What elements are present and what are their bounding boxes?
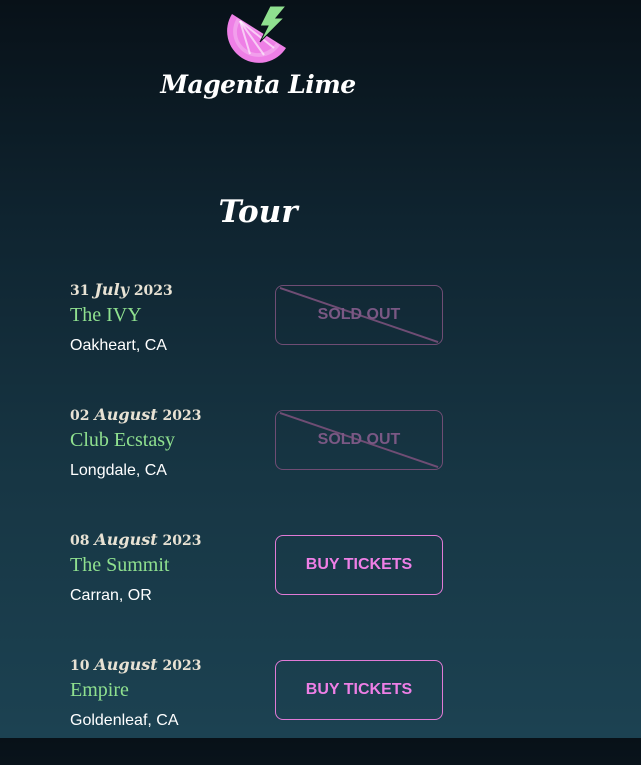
tour-city: Carran, OR bbox=[70, 587, 152, 604]
tour-city: Longdale, CA bbox=[70, 462, 167, 479]
tour-venue: The IVY bbox=[70, 304, 142, 326]
tour-city: Goldenleaf, CA bbox=[70, 712, 179, 729]
tour-item: 02 August 2023 Club Ecstasy Longdale, CA… bbox=[0, 405, 641, 515]
tour-venue: Club Ecstasy bbox=[70, 429, 175, 451]
tour-item: 10 August 2023 Empire Goldenleaf, CA BUY… bbox=[0, 655, 641, 765]
button-label: BUY TICKETS bbox=[305, 681, 413, 698]
tour-city: Oakheart, CA bbox=[70, 337, 167, 354]
sold-out-button: SOLD OUT bbox=[275, 285, 443, 345]
tour-date: 10 August 2023 bbox=[70, 655, 201, 674]
button-label: SOLD OUT bbox=[317, 306, 401, 323]
date-day: 31 bbox=[70, 283, 90, 299]
date-year: 2023 bbox=[162, 658, 202, 674]
tour-item: 08 August 2023 The Summit Carran, OR BUY… bbox=[0, 530, 641, 640]
tour-date: 08 August 2023 bbox=[70, 530, 201, 549]
buy-tickets-button[interactable]: BUY TICKETS bbox=[275, 660, 443, 720]
sold-out-button: SOLD OUT bbox=[275, 410, 443, 470]
button-label: BUY TICKETS bbox=[305, 556, 413, 573]
date-day: 10 bbox=[70, 658, 90, 674]
tour-date: 31 July 2023 bbox=[70, 280, 173, 299]
date-month: August bbox=[94, 655, 158, 674]
date-month: August bbox=[94, 405, 158, 424]
buy-tickets-button[interactable]: BUY TICKETS bbox=[275, 535, 443, 595]
date-month: July bbox=[94, 280, 129, 299]
button-label: SOLD OUT bbox=[317, 431, 401, 448]
tour-date: 02 August 2023 bbox=[70, 405, 201, 424]
tour-venue: Empire bbox=[70, 679, 129, 701]
tour-venue: The Summit bbox=[70, 554, 170, 576]
date-year: 2023 bbox=[133, 283, 173, 299]
date-month: August bbox=[94, 530, 158, 549]
date-year: 2023 bbox=[162, 408, 202, 424]
date-day: 08 bbox=[70, 533, 90, 549]
tour-list: 31 July 2023 The IVY Oakheart, CA SOLD O… bbox=[0, 0, 641, 738]
date-year: 2023 bbox=[162, 533, 202, 549]
date-day: 02 bbox=[70, 408, 90, 424]
tour-item: 31 July 2023 The IVY Oakheart, CA SOLD O… bbox=[0, 280, 641, 390]
